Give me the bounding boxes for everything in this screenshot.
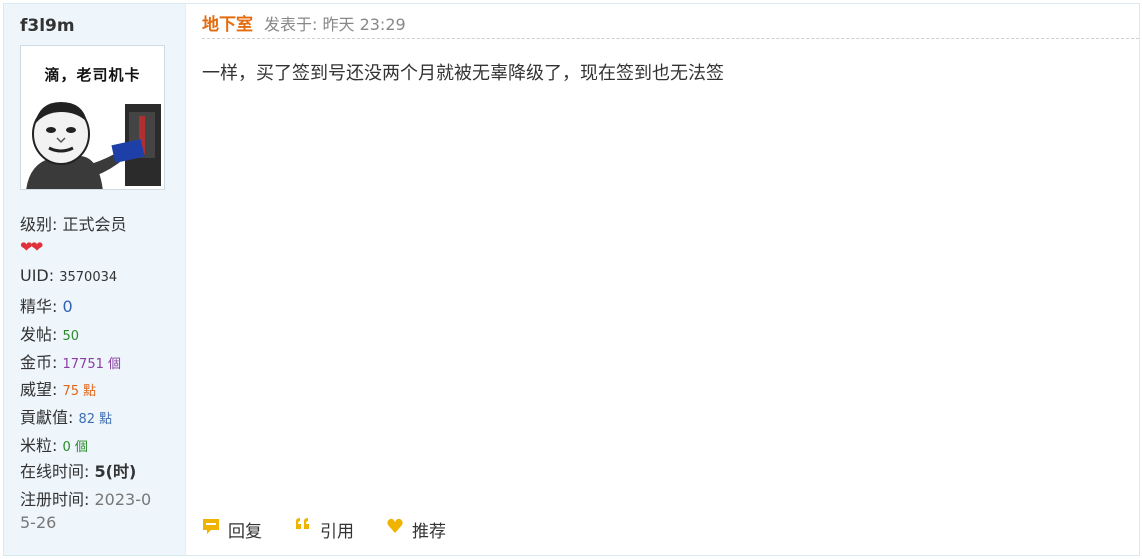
forum-post: f3l9m 滴，老司机卡 级别: 正式会员 ❤❤ UID: 3570034 精华…	[3, 3, 1140, 556]
user-coins: 金币: 17751 個	[20, 349, 121, 373]
user-sidebar: f3l9m 滴，老司机卡 级别: 正式会员 ❤❤ UID: 3570034 精华…	[4, 4, 186, 555]
post-main: 地下室 发表于: 昨天 23:29 一样，买了签到号还没两个月就被无辜降级了，现…	[186, 4, 1139, 555]
heart-icon	[387, 518, 403, 533]
user-online-time: 在线时间: 5(时)	[20, 458, 136, 482]
coins-label: 金币:	[20, 353, 58, 372]
avatar[interactable]: 滴，老司机卡	[20, 45, 165, 190]
prestige-value: 75 點	[62, 384, 97, 399]
user-uid: UID: 3570034	[20, 266, 117, 285]
post-author-link[interactable]: 地下室	[202, 10, 253, 35]
recommend-label: 推荐	[412, 522, 446, 542]
post-header: 地下室 发表于: 昨天 23:29	[202, 8, 1139, 39]
rice-label: 米粒:	[20, 436, 58, 455]
reg-label: 注册时间:	[20, 490, 90, 509]
user-rice: 米粒: 0 個	[20, 432, 88, 456]
coins-value: 17751 個	[62, 357, 122, 372]
digest-label: 精华:	[20, 297, 58, 316]
reg-value-continued: 5-26	[20, 513, 57, 532]
user-posts: 发帖: 50	[20, 321, 79, 345]
recommend-button[interactable]: 推荐	[386, 517, 446, 542]
rice-value: 0 個	[62, 440, 88, 455]
user-prestige: 威望: 75 點	[20, 376, 96, 400]
quote-icon	[296, 518, 309, 529]
posts-label: 发帖:	[20, 325, 58, 344]
contrib-value: 82 點	[78, 412, 113, 427]
prestige-label: 威望:	[20, 380, 58, 399]
post-timestamp: 发表于: 昨天 23:29	[264, 15, 406, 34]
avatar-caption: 滴，老司机卡	[44, 66, 141, 84]
reply-button[interactable]: 回复	[202, 517, 262, 542]
user-digest: 精华: 0	[20, 293, 73, 317]
user-register-time: 注册时间: 2023-0	[20, 486, 151, 510]
online-label: 在线时间:	[20, 462, 90, 481]
user-level: 级别: 正式会员	[20, 211, 127, 235]
level-value[interactable]: 正式会员	[63, 215, 127, 234]
uid-label: UID:	[20, 266, 55, 285]
posts-value[interactable]: 50	[63, 329, 80, 344]
level-label: 级别:	[20, 215, 58, 234]
reg-value: 2023-0	[94, 490, 152, 509]
reply-label: 回复	[228, 522, 262, 542]
online-value: 5(时)	[94, 462, 137, 481]
contrib-label: 貢獻值:	[20, 408, 74, 427]
reply-icon	[203, 519, 219, 534]
post-content: 一样，买了签到号还没两个月就被无辜降级了，现在签到也无法签	[202, 63, 724, 84]
digest-value[interactable]: 0	[63, 297, 73, 316]
level-hearts-icon: ❤❤	[20, 238, 43, 256]
user-contribution: 貢獻值: 82 點	[20, 404, 112, 428]
quote-button[interactable]: 引用	[294, 517, 354, 542]
uid-value: 3570034	[59, 270, 118, 285]
username[interactable]: f3l9m	[20, 16, 75, 36]
quote-label: 引用	[320, 522, 354, 542]
